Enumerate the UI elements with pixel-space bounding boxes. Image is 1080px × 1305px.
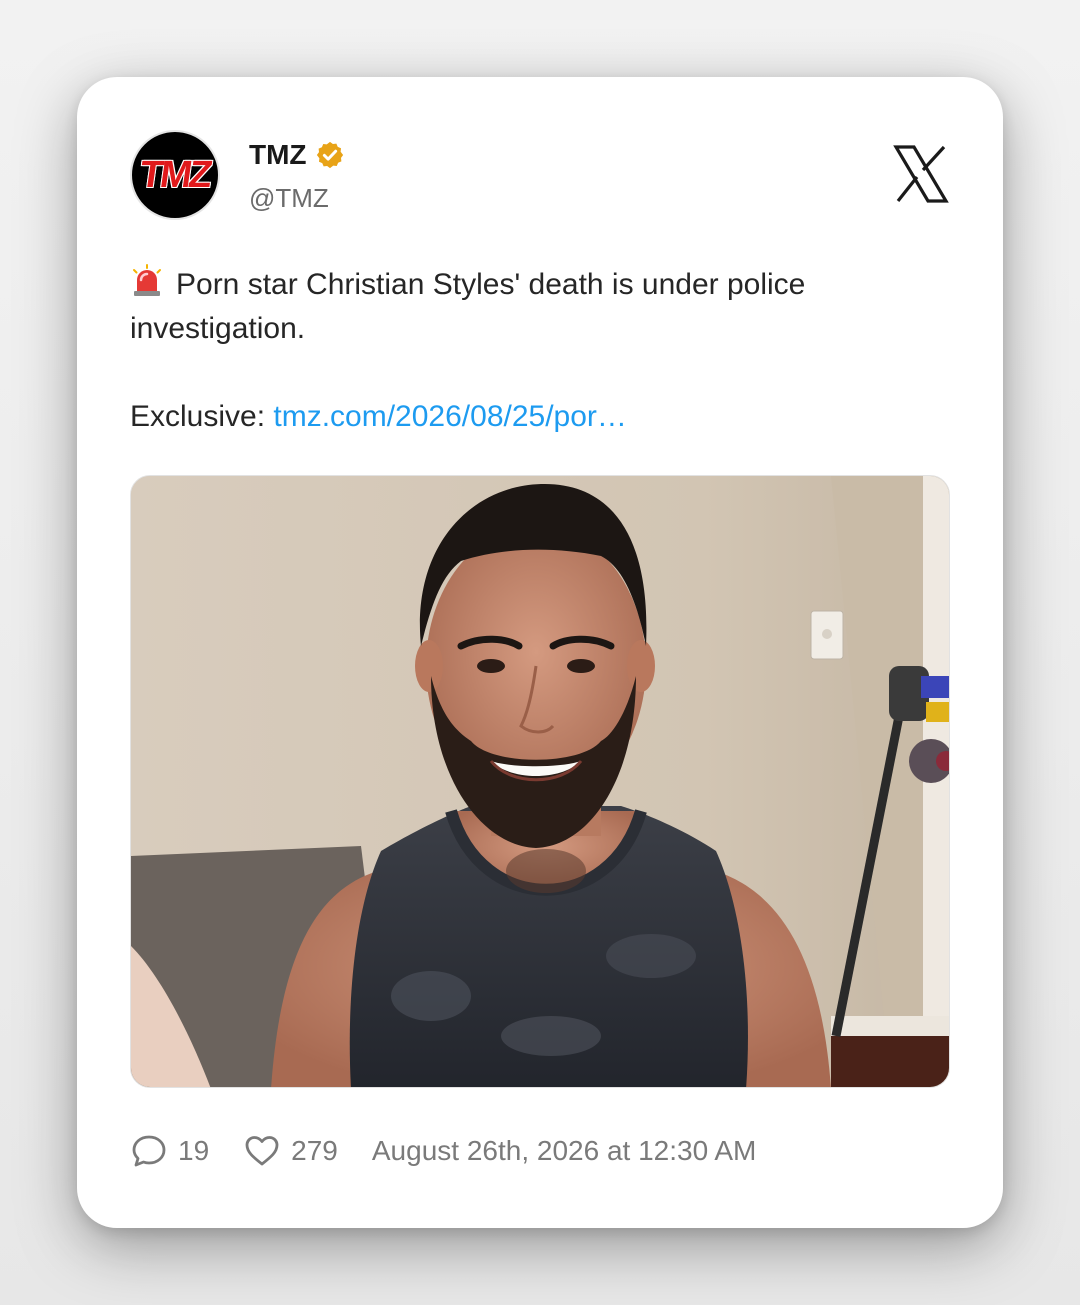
tweet-text-main: Porn star Christian Styles' death is und…: [130, 268, 806, 345]
tweet-body: Porn star Christian Styles' death is und…: [130, 263, 950, 439]
heart-icon: [245, 1136, 279, 1166]
author-name-row: TMZ: [249, 139, 345, 171]
tweet-photo[interactable]: [130, 475, 950, 1088]
like-stat[interactable]: 279: [243, 1132, 338, 1170]
article-link[interactable]: tmz.com/2026/08/25/por…: [273, 400, 627, 433]
photo-illustration: [131, 476, 949, 1087]
author-name[interactable]: TMZ: [249, 139, 307, 171]
like-count: 279: [291, 1135, 338, 1166]
exclusive-label: Exclusive:: [130, 400, 274, 433]
tmz-logo: TMZ: [137, 153, 213, 196]
tweet-card: TMZ TMZ @TMZ Porn star Christian Styles'…: [77, 77, 1003, 1228]
verified-badge-icon: [316, 141, 343, 169]
tweet-timestamp[interactable]: August 26th, 2026 at 12:30 AM: [372, 1135, 757, 1167]
tweet-line-1: Porn star Christian Styles' death is und…: [130, 263, 950, 351]
reply-stat[interactable]: 19: [130, 1132, 209, 1170]
police-siren-icon: [133, 264, 161, 296]
reply-count: 19: [178, 1135, 210, 1166]
tweet-footer: 19 279 August 26th, 2026 at 12:30 AM: [130, 1132, 756, 1170]
x-logo-icon[interactable]: [892, 143, 950, 205]
avatar[interactable]: TMZ: [130, 130, 220, 220]
speech-bubble-icon: [132, 1135, 166, 1167]
author-handle[interactable]: @TMZ: [249, 183, 329, 214]
tweet-line-2: Exclusive: tmz.com/2026/08/25/por…: [130, 395, 950, 439]
